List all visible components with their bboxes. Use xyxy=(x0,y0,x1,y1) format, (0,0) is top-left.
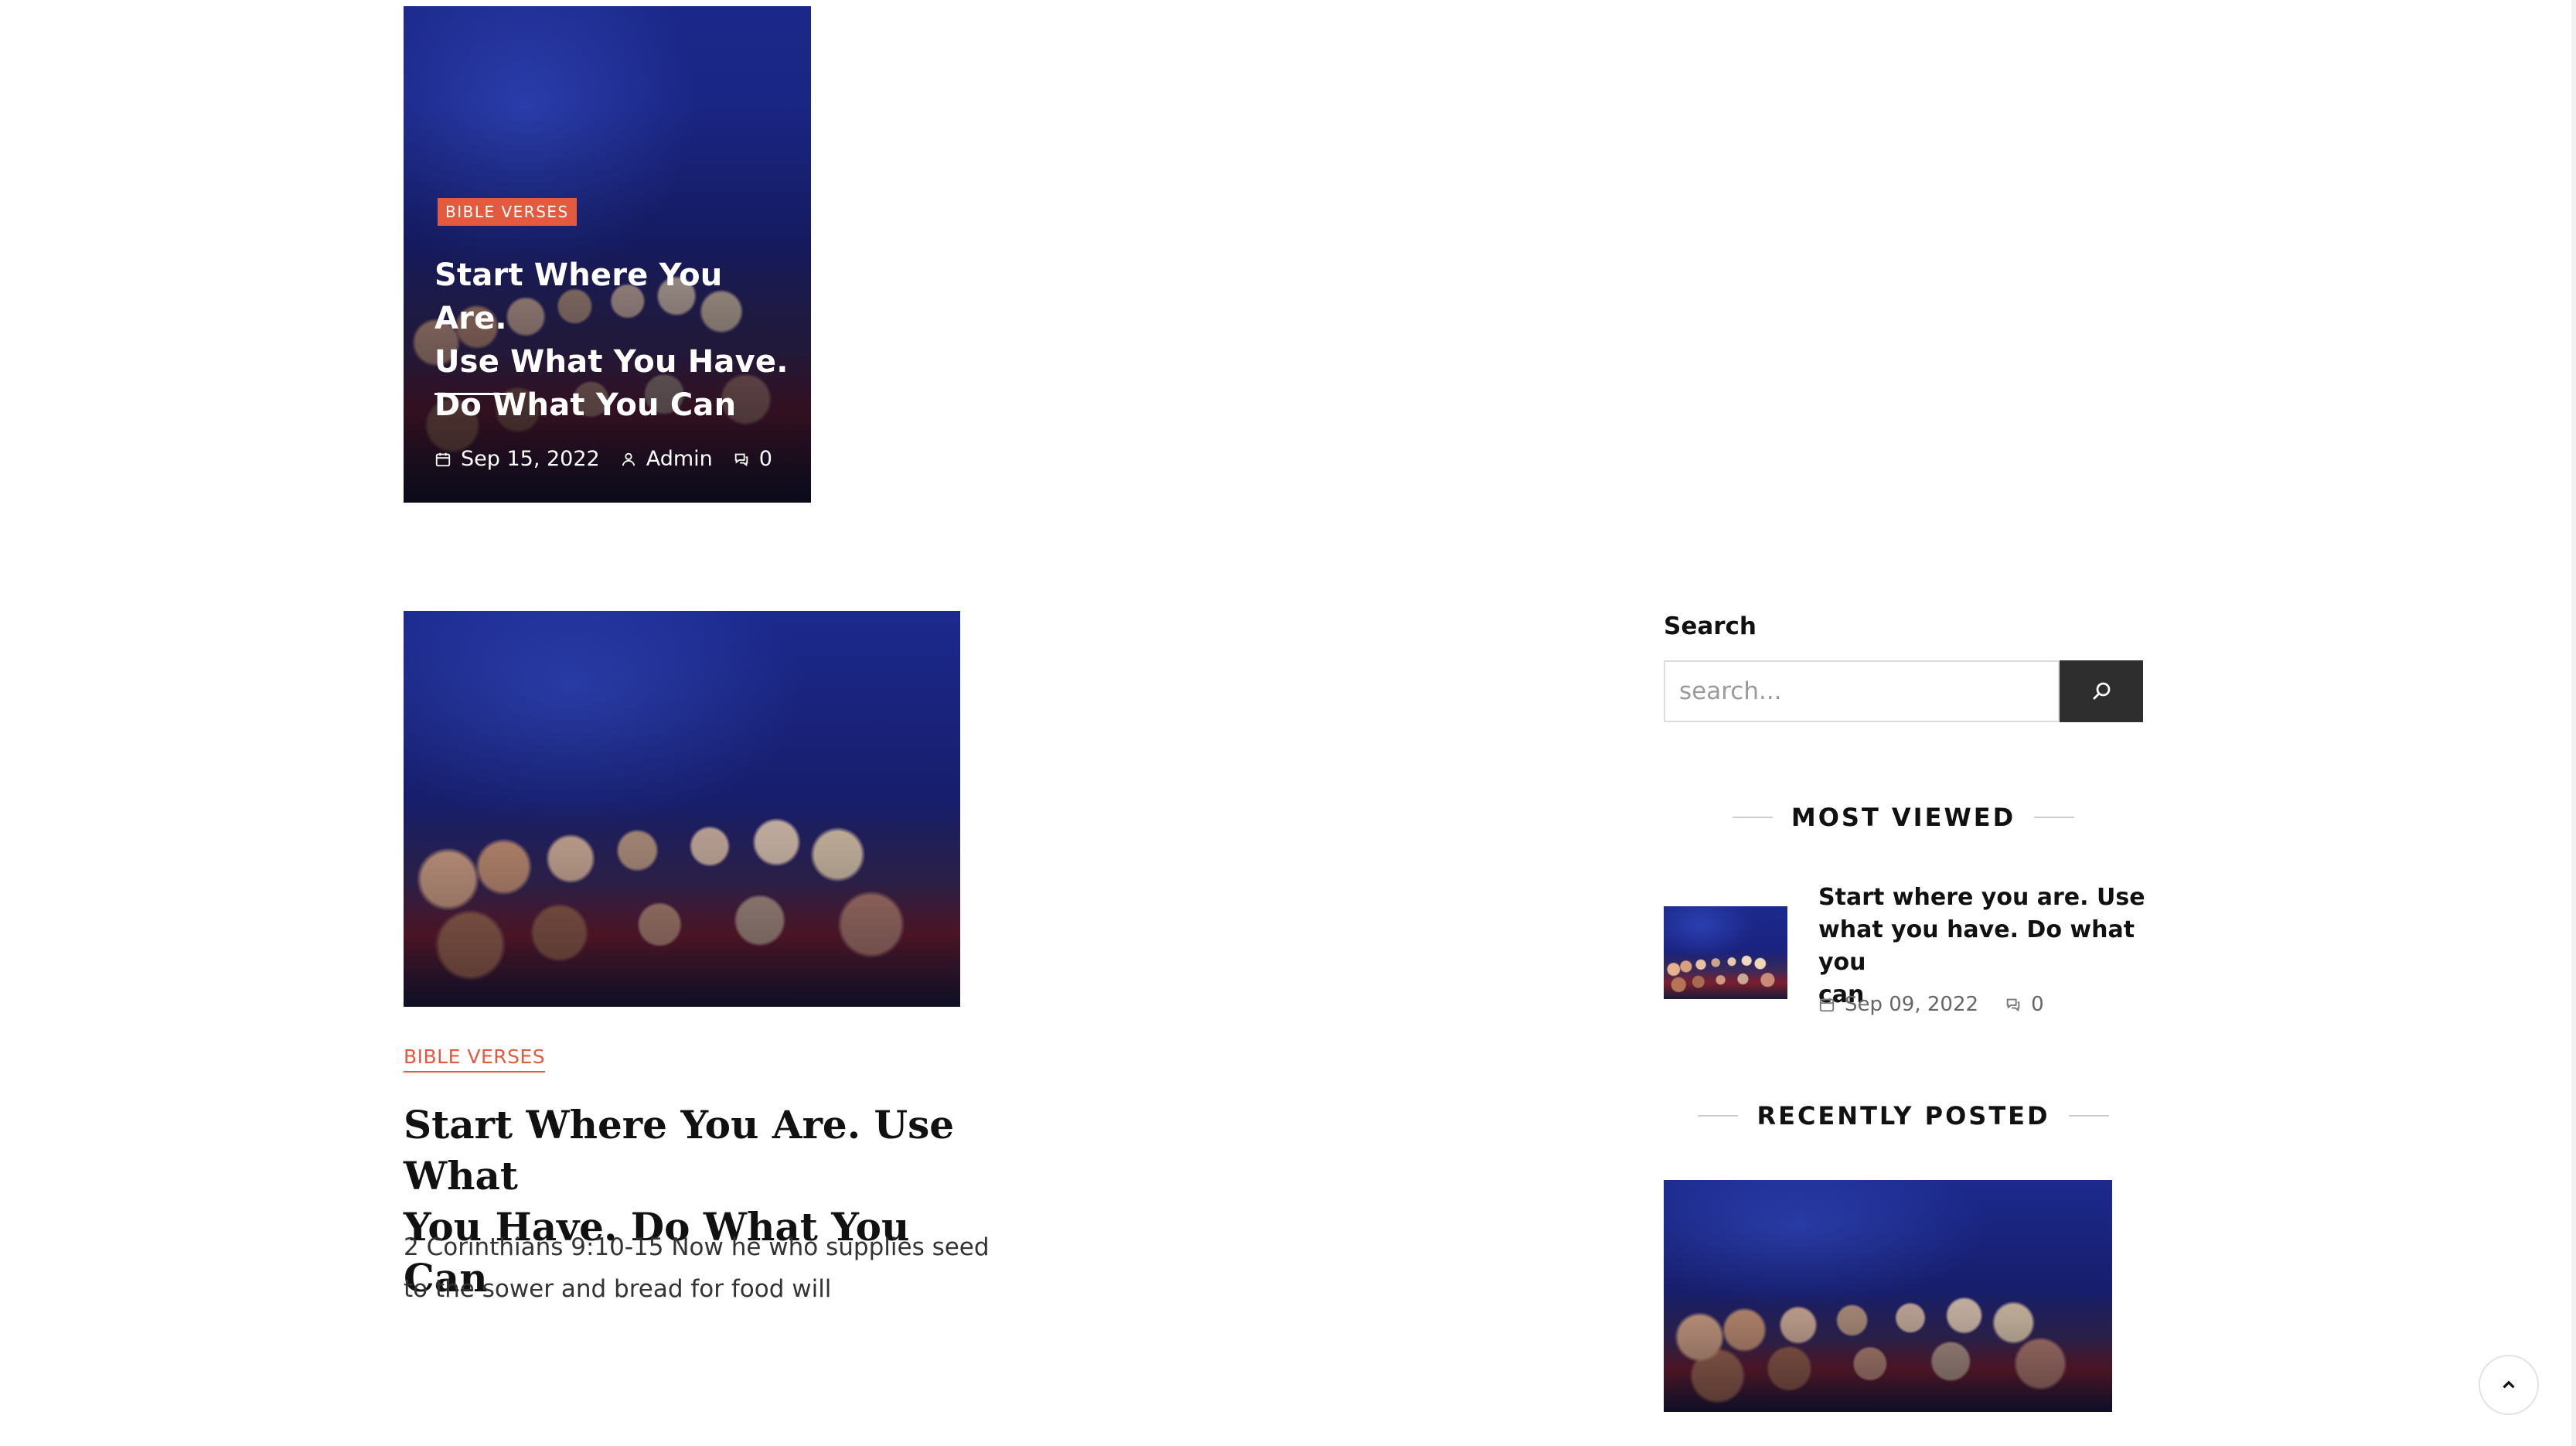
comments-icon xyxy=(733,451,750,468)
scroll-to-top-button[interactable] xyxy=(2479,1355,2539,1415)
most-viewed-date: Sep 09, 2022 xyxy=(1845,993,1979,1016)
featured-comment-count[interactable]: 0 xyxy=(759,447,772,471)
most-viewed-post-title[interactable]: Start where you are. Use what you have. … xyxy=(1818,882,2159,1011)
featured-post-card[interactable]: BIBLE VERSES Start Where You Are. Use Wh… xyxy=(404,6,811,503)
post-category-link[interactable]: BIBLE VERSES xyxy=(404,1045,546,1073)
featured-date: Sep 15, 2022 xyxy=(461,447,600,471)
search-form xyxy=(1664,660,2143,722)
featured-title[interactable]: Start Where You Are. Use What You Have. … xyxy=(434,254,798,427)
chevron-up-icon xyxy=(2499,1375,2519,1395)
most-viewed-comment-count[interactable]: 0 xyxy=(2031,993,2044,1016)
search-icon xyxy=(2090,680,2113,703)
most-viewed-heading: MOST VIEWED xyxy=(1664,803,2143,832)
comments-icon xyxy=(2005,996,2022,1013)
most-viewed-thumbnail[interactable] xyxy=(1664,906,1787,999)
post-image[interactable] xyxy=(404,611,960,1007)
user-icon xyxy=(620,451,637,468)
most-viewed-meta: Sep 09, 2022 0 xyxy=(1818,993,2061,1016)
search-widget-title: Search xyxy=(1664,612,1757,640)
featured-meta: Sep 15, 2022 Admin 0 xyxy=(434,447,782,471)
post-excerpt: 2 Corinthians 9:10-15 Now he who supplie… xyxy=(404,1233,990,1303)
featured-category-badge[interactable]: BIBLE VERSES xyxy=(438,198,577,226)
scrollbar[interactable] xyxy=(2571,0,2576,1446)
recently-posted-heading: RECENTLY POSTED xyxy=(1664,1101,2143,1131)
calendar-icon xyxy=(1818,996,1835,1013)
recently-posted-image[interactable] xyxy=(1664,1180,2112,1412)
calendar-icon xyxy=(434,451,451,468)
featured-author[interactable]: Admin xyxy=(646,447,713,471)
search-button[interactable] xyxy=(2060,660,2143,722)
title-divider xyxy=(434,393,512,395)
search-input[interactable] xyxy=(1664,660,2060,722)
